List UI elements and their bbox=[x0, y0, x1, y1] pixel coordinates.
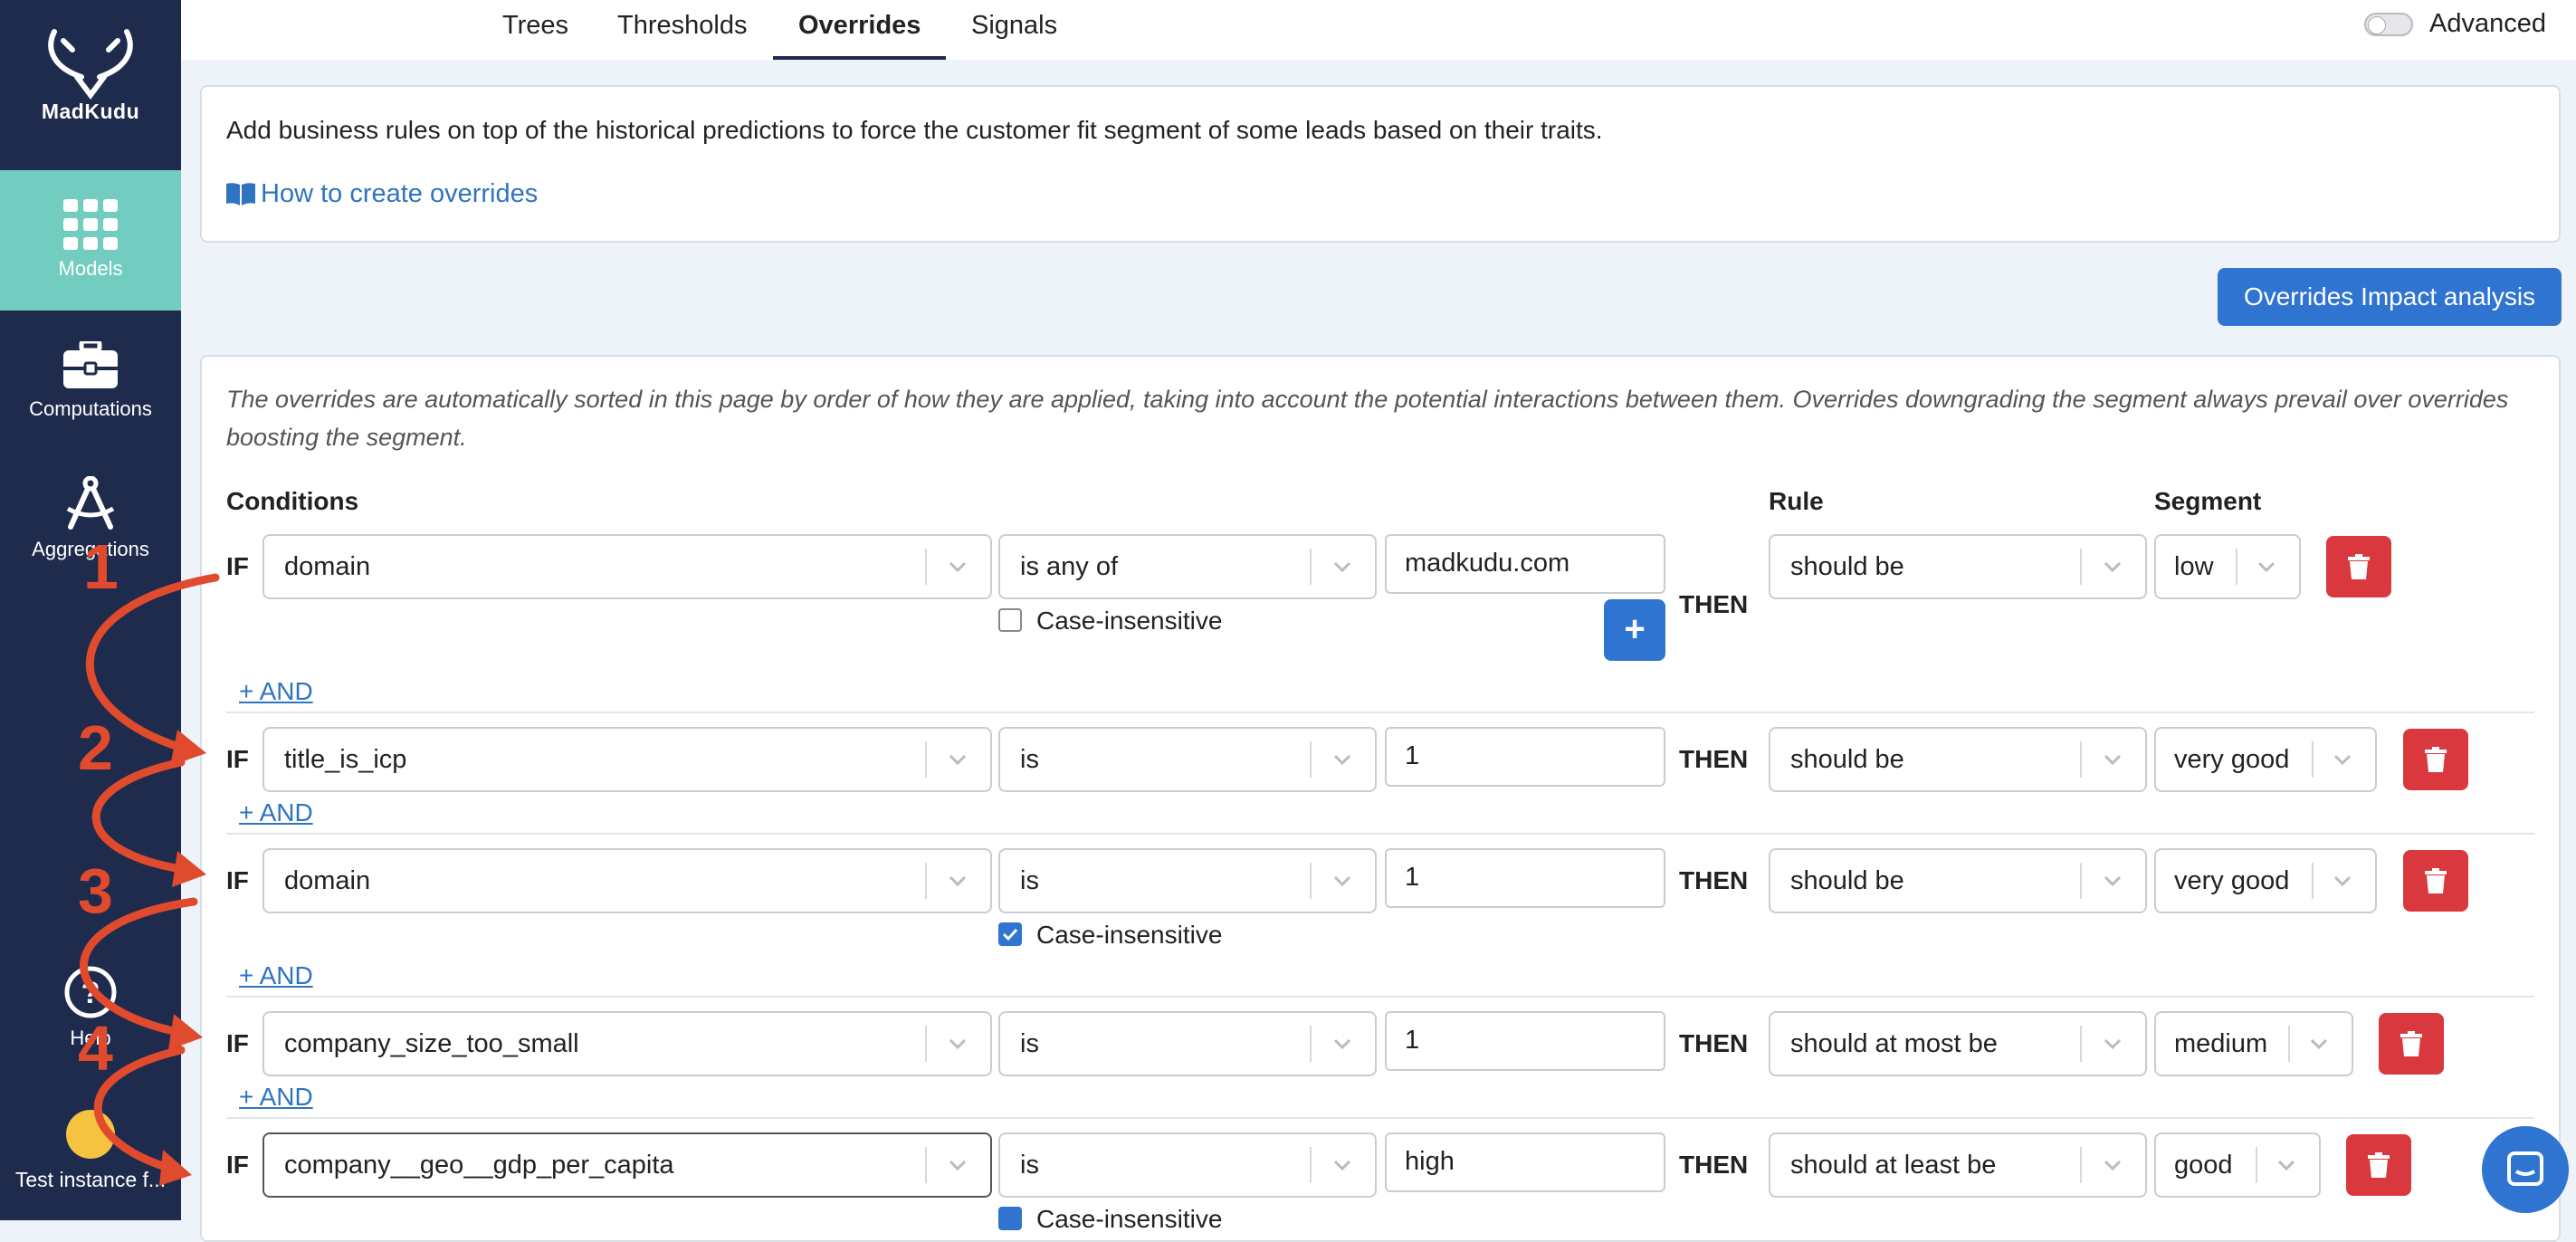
annotation-arrow bbox=[85, 573, 220, 752]
annotation-arrow bbox=[80, 897, 198, 1037]
annotation-arrowhead bbox=[168, 1014, 203, 1050]
annotation-arrowhead bbox=[172, 851, 206, 887]
annotation-arrow bbox=[91, 758, 186, 874]
annotation-arrows bbox=[80, 573, 220, 1186]
annotation-arrowhead bbox=[170, 730, 206, 766]
annotation-arrowhead bbox=[159, 1150, 192, 1186]
annotation-arrow bbox=[93, 1046, 186, 1172]
